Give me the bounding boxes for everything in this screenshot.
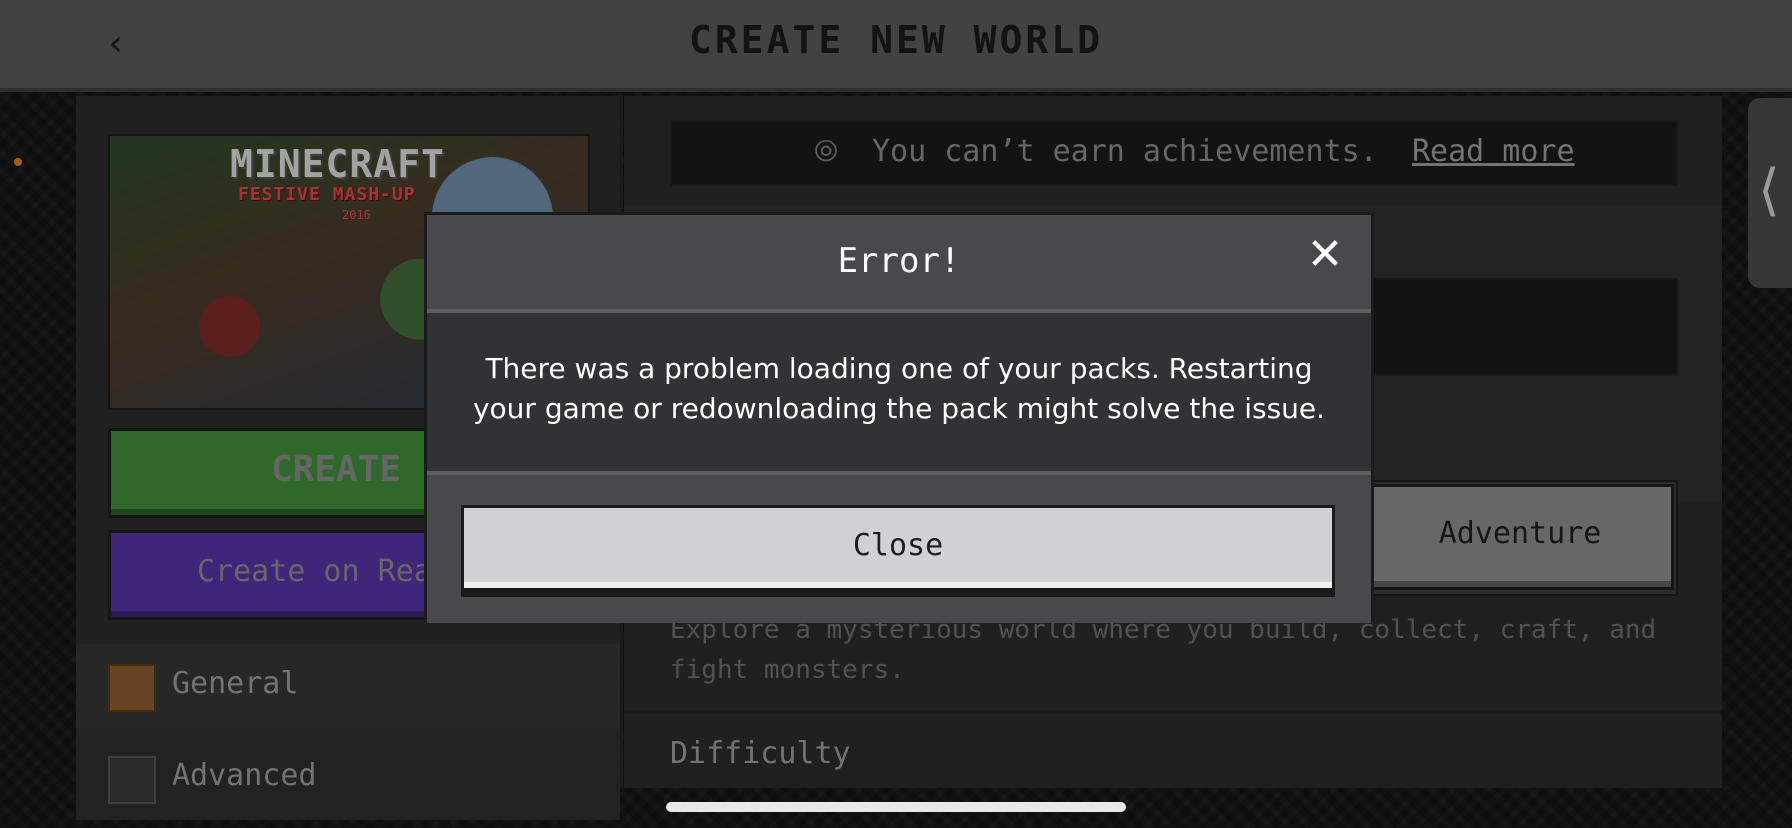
- dialog-body: There was a problem loading one of your …: [427, 313, 1371, 469]
- error-dialog: Error! ✕ There was a problem loading one…: [424, 212, 1374, 623]
- close-button[interactable]: Close: [461, 505, 1335, 591]
- home-indicator[interactable]: [666, 802, 1126, 812]
- dialog-message: There was a problem loading one of your …: [472, 352, 1326, 425]
- dialog-title: Error!: [837, 241, 961, 281]
- dialog-footer: Close: [427, 471, 1371, 623]
- close-icon[interactable]: ✕: [1305, 233, 1345, 277]
- dialog-header: Error! ✕: [427, 215, 1371, 313]
